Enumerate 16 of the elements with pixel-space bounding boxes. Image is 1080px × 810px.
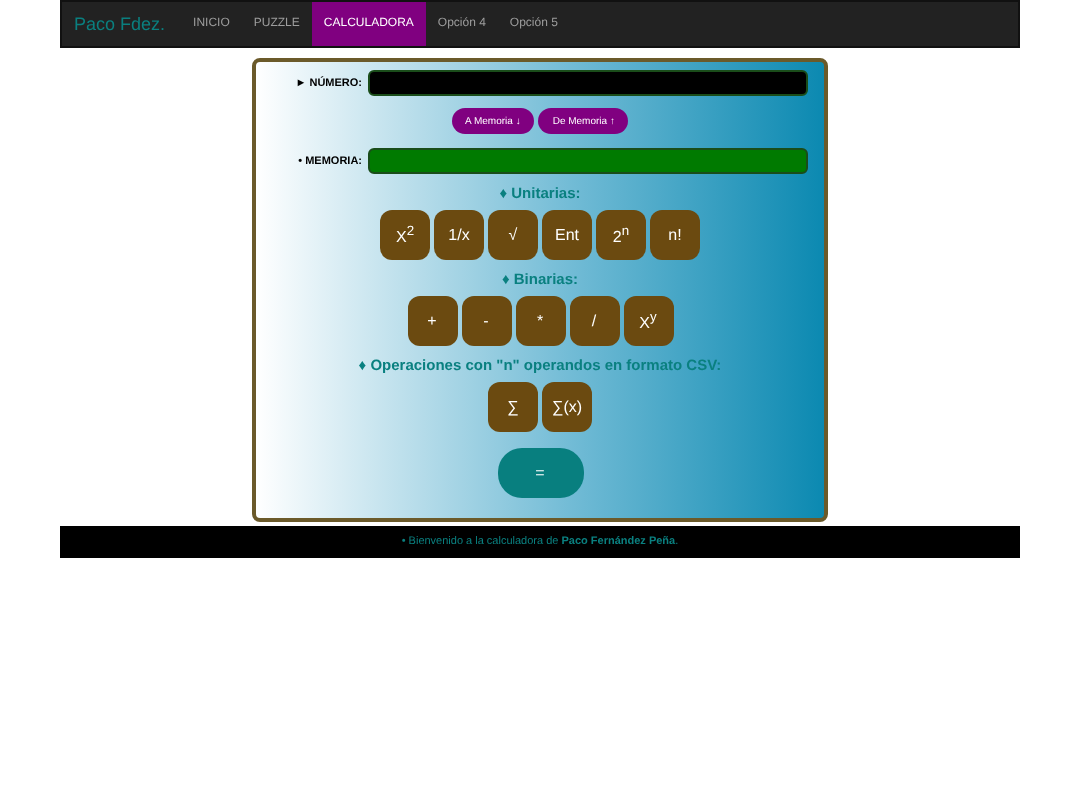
operation-button[interactable]: * <box>515 296 565 346</box>
equals-button[interactable]: = <box>497 448 583 498</box>
operation-button[interactable]: X$^{y}$ <box>623 296 673 346</box>
operation-button[interactable]: Ent <box>542 210 592 260</box>
operation-button[interactable]: √ <box>488 210 538 260</box>
operation-button[interactable]: 2$^{n}$ <box>596 210 646 260</box>
operation-button[interactable]: - <box>461 296 511 346</box>
operation-button[interactable]: 1/x <box>434 210 484 260</box>
operation-button[interactable]: + <box>407 296 457 346</box>
operation-button[interactable]: ∑ <box>488 382 538 432</box>
operation-button[interactable]: n! <box>650 210 700 260</box>
operation-button[interactable]: X$^{2}$ <box>380 210 430 260</box>
operation-button[interactable]: ∑(x) <box>542 382 592 432</box>
memory-field[interactable] <box>368 148 808 174</box>
operation-button[interactable]: / <box>569 296 619 346</box>
number-field[interactable] <box>368 70 808 96</box>
